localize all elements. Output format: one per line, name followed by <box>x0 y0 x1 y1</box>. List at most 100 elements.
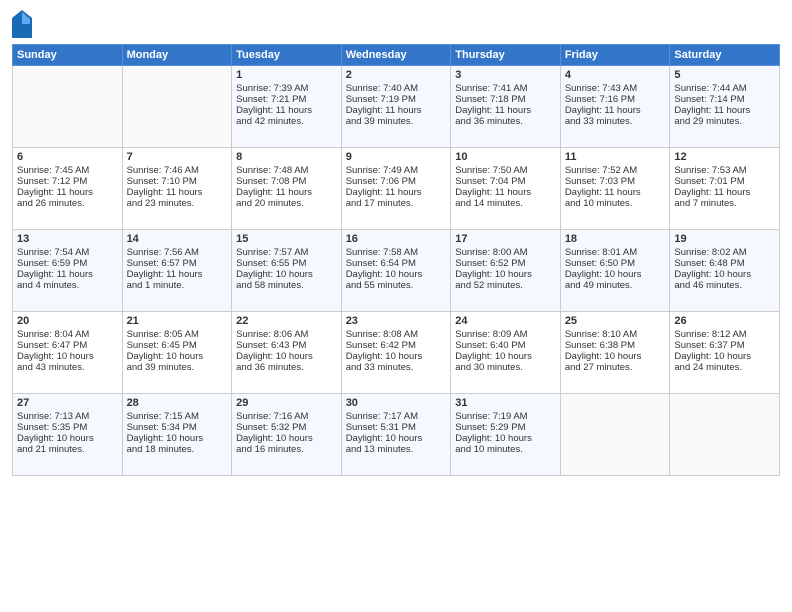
cell-info-line: Sunrise: 7:45 AM <box>17 165 118 176</box>
cell-info-line: Sunrise: 7:52 AM <box>565 165 666 176</box>
cell-info-line: Daylight: 10 hours <box>236 269 337 280</box>
cell-info-line: and 49 minutes. <box>565 280 666 291</box>
calendar-cell: 26Sunrise: 8:12 AMSunset: 6:37 PMDayligh… <box>670 312 780 394</box>
cell-info-line: Sunrise: 8:10 AM <box>565 329 666 340</box>
calendar-cell: 15Sunrise: 7:57 AMSunset: 6:55 PMDayligh… <box>232 230 342 312</box>
day-number: 13 <box>17 233 118 245</box>
calendar-cell: 4Sunrise: 7:43 AMSunset: 7:16 PMDaylight… <box>560 66 670 148</box>
cell-info-line: Sunset: 6:40 PM <box>455 340 556 351</box>
cell-info-line: Sunrise: 7:19 AM <box>455 411 556 422</box>
calendar-cell: 11Sunrise: 7:52 AMSunset: 7:03 PMDayligh… <box>560 148 670 230</box>
calendar-cell: 13Sunrise: 7:54 AMSunset: 6:59 PMDayligh… <box>13 230 123 312</box>
cell-info-line: and 21 minutes. <box>17 444 118 455</box>
cell-info-line: Sunset: 6:43 PM <box>236 340 337 351</box>
cell-info-line: Sunset: 7:06 PM <box>346 176 447 187</box>
cell-info-line: Sunset: 5:31 PM <box>346 422 447 433</box>
cell-info-line: Daylight: 10 hours <box>565 269 666 280</box>
cell-info-line: Sunrise: 7:41 AM <box>455 83 556 94</box>
cell-info-line: Daylight: 11 hours <box>565 105 666 116</box>
calendar-cell: 8Sunrise: 7:48 AMSunset: 7:08 PMDaylight… <box>232 148 342 230</box>
week-row-4: 20Sunrise: 8:04 AMSunset: 6:47 PMDayligh… <box>13 312 780 394</box>
calendar-table: SundayMondayTuesdayWednesdayThursdayFrid… <box>12 44 780 476</box>
cell-info-line: Sunrise: 7:48 AM <box>236 165 337 176</box>
calendar-cell: 22Sunrise: 8:06 AMSunset: 6:43 PMDayligh… <box>232 312 342 394</box>
cell-info-line: Sunrise: 8:00 AM <box>455 247 556 258</box>
cell-info-line: Sunset: 7:08 PM <box>236 176 337 187</box>
weekday-header-friday: Friday <box>560 45 670 66</box>
cell-info-line: Sunset: 6:57 PM <box>127 258 228 269</box>
cell-info-line: and 26 minutes. <box>17 198 118 209</box>
cell-info-line: Daylight: 10 hours <box>346 269 447 280</box>
cell-info-line: Sunrise: 8:06 AM <box>236 329 337 340</box>
cell-info-line: and 18 minutes. <box>127 444 228 455</box>
weekday-header-thursday: Thursday <box>451 45 561 66</box>
cell-info-line: Sunset: 6:52 PM <box>455 258 556 269</box>
cell-info-line: Sunset: 7:04 PM <box>455 176 556 187</box>
cell-info-line: and 13 minutes. <box>346 444 447 455</box>
cell-info-line: Sunset: 7:19 PM <box>346 94 447 105</box>
cell-info-line: and 33 minutes. <box>565 116 666 127</box>
calendar-cell: 17 Sunrise: 8:00 AMSunset: 6:52 PMDayligh… <box>451 230 561 312</box>
day-number: 23 <box>346 315 447 327</box>
week-row-5: 27Sunrise: 7:13 AMSunset: 5:35 PMDayligh… <box>13 394 780 476</box>
cell-info-line: Sunset: 6:55 PM <box>236 258 337 269</box>
day-number: 17 <box>455 233 556 245</box>
day-number: 16 <box>346 233 447 245</box>
cell-info-line: Daylight: 10 hours <box>346 351 447 362</box>
cell-info-line: Daylight: 10 hours <box>455 269 556 280</box>
calendar-cell: 31Sunrise: 7:19 AMSunset: 5:29 PMDayligh… <box>451 394 561 476</box>
cell-info-line: Sunset: 6:37 PM <box>674 340 775 351</box>
cell-info-line: Daylight: 11 hours <box>236 187 337 198</box>
cell-info-line: Daylight: 11 hours <box>455 187 556 198</box>
week-row-2: 6Sunrise: 7:45 AMSunset: 7:12 PMDaylight… <box>13 148 780 230</box>
cell-info-line: Daylight: 10 hours <box>346 433 447 444</box>
cell-info-line: Sunset: 6:48 PM <box>674 258 775 269</box>
calendar-cell <box>122 66 232 148</box>
day-number: 27 <box>17 397 118 409</box>
cell-info-line: and 1 minute. <box>127 280 228 291</box>
cell-info-line: Sunrise: 7:44 AM <box>674 83 775 94</box>
calendar-cell: 25Sunrise: 8:10 AMSunset: 6:38 PMDayligh… <box>560 312 670 394</box>
day-number: 26 <box>674 315 775 327</box>
cell-info-line: Sunrise: 8:05 AM <box>127 329 228 340</box>
calendar-cell: 19Sunrise: 8:02 AMSunset: 6:48 PMDayligh… <box>670 230 780 312</box>
cell-info-line: Sunrise: 7:40 AM <box>346 83 447 94</box>
logo <box>12 10 36 38</box>
cell-info-line: Sunrise: 7:50 AM <box>455 165 556 176</box>
cell-info-line: Daylight: 11 hours <box>346 187 447 198</box>
cell-info-line: Sunrise: 8:08 AM <box>346 329 447 340</box>
cell-info-line: Daylight: 10 hours <box>17 351 118 362</box>
cell-info-line: and 17 minutes. <box>346 198 447 209</box>
day-number: 21 <box>127 315 228 327</box>
cell-info-line: Daylight: 10 hours <box>565 351 666 362</box>
calendar-cell: 7Sunrise: 7:46 AMSunset: 7:10 PMDaylight… <box>122 148 232 230</box>
day-number: 29 <box>236 397 337 409</box>
cell-info-line: and 20 minutes. <box>236 198 337 209</box>
cell-info-line: Daylight: 11 hours <box>346 105 447 116</box>
weekday-header-wednesday: Wednesday <box>341 45 451 66</box>
cell-info-line: Sunrise: 7:58 AM <box>346 247 447 258</box>
cell-info-line: Sunset: 6:45 PM <box>127 340 228 351</box>
cell-info-line: and 16 minutes. <box>236 444 337 455</box>
cell-info-line: and 4 minutes. <box>17 280 118 291</box>
cell-info-line: Sunrise: 7:17 AM <box>346 411 447 422</box>
cell-info-line: Sunrise: 8:04 AM <box>17 329 118 340</box>
day-number: 30 <box>346 397 447 409</box>
calendar-cell: 24Sunrise: 8:09 AMSunset: 6:40 PMDayligh… <box>451 312 561 394</box>
cell-info-line: and 36 minutes. <box>236 362 337 373</box>
weekday-header-tuesday: Tuesday <box>232 45 342 66</box>
day-number: 12 <box>674 151 775 163</box>
cell-info-line: Daylight: 10 hours <box>127 351 228 362</box>
day-number: 25 <box>565 315 666 327</box>
cell-info-line: Sunset: 5:35 PM <box>17 422 118 433</box>
cell-info-line: Daylight: 10 hours <box>455 351 556 362</box>
day-number: 24 <box>455 315 556 327</box>
calendar-cell: 20Sunrise: 8:04 AMSunset: 6:47 PMDayligh… <box>13 312 123 394</box>
cell-info-line: and 23 minutes. <box>127 198 228 209</box>
cell-info-line: Daylight: 10 hours <box>674 269 775 280</box>
cell-info-line: Sunset: 7:12 PM <box>17 176 118 187</box>
day-number: 1 <box>236 69 337 81</box>
cell-info-line: and 30 minutes. <box>455 362 556 373</box>
cell-info-line: and 7 minutes. <box>674 198 775 209</box>
logo-icon <box>12 10 32 38</box>
